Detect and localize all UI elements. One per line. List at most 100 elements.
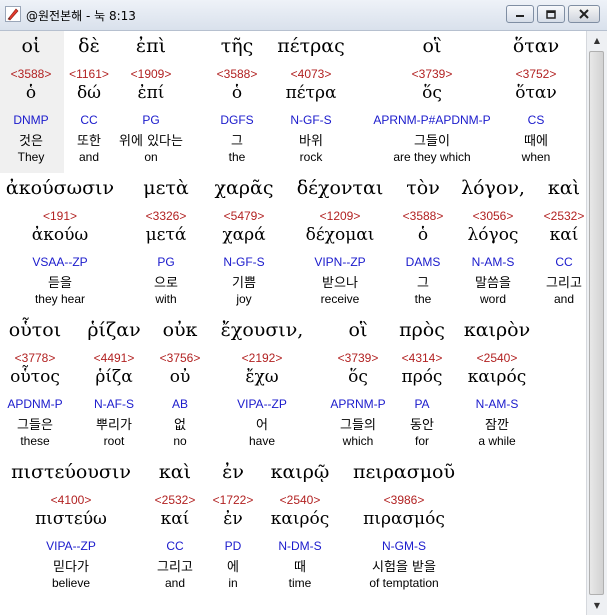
app-window: @원전본해 - 눅 8:13 οἱ <3588> ὁ DNMP 것은 They δὲ <116… xyxy=(0,0,607,615)
greek-word[interactable]: δέχονται xyxy=(297,177,384,199)
korean-gloss: 동안 xyxy=(410,418,434,433)
close-button[interactable] xyxy=(568,5,600,23)
strongs-number[interactable]: <3986> xyxy=(384,493,425,507)
greek-word[interactable]: τὸν xyxy=(406,177,440,199)
parsing-code: DAMS xyxy=(405,255,441,269)
lemma-word: καί xyxy=(549,225,579,245)
greek-word[interactable]: ῥίζαν xyxy=(87,319,140,341)
parsing-code: N-AM-S xyxy=(475,397,519,411)
greek-word[interactable]: καὶ xyxy=(159,461,191,483)
greek-word[interactable]: καὶ xyxy=(548,177,580,199)
greek-word[interactable]: πέτρας xyxy=(277,35,344,57)
strongs-number[interactable]: <3739> xyxy=(412,67,453,81)
korean-gloss: 받으나 xyxy=(322,276,358,291)
greek-word[interactable]: καιρῷ xyxy=(271,461,330,483)
maximize-button[interactable] xyxy=(537,5,565,23)
lemma-word: ῥίζα xyxy=(95,367,133,387)
minimize-button[interactable] xyxy=(506,5,534,23)
english-gloss: time xyxy=(288,576,312,590)
strongs-number[interactable]: <3326> xyxy=(146,209,187,223)
scroll-up-icon[interactable]: ▲ xyxy=(587,32,607,49)
parsing-code: N-GF-S xyxy=(223,255,265,269)
greek-word[interactable]: ἐπὶ xyxy=(136,35,166,57)
english-gloss: are they which xyxy=(393,150,471,164)
greek-word[interactable]: ἔχουσιν, xyxy=(221,319,304,341)
lemma-word: ὁ xyxy=(25,83,37,103)
greek-word[interactable]: πιστεύουσιν xyxy=(11,461,131,483)
lemma-word: πρός xyxy=(401,367,443,387)
strongs-number[interactable]: <4100> xyxy=(51,493,92,507)
parsing-code: PG xyxy=(157,255,175,269)
greek-word[interactable]: ἐν xyxy=(222,461,244,483)
greek-word[interactable]: καιρὸν xyxy=(464,319,530,341)
greek-word[interactable]: πρὸς xyxy=(399,319,445,341)
strongs-number[interactable]: <3756> xyxy=(160,351,201,365)
vertical-scrollbar[interactable]: ▲ ▼ xyxy=(586,31,607,615)
parsing-code: APDNM-P xyxy=(7,397,63,411)
greek-word[interactable]: ὅταν xyxy=(513,35,559,57)
strongs-number[interactable]: <4073> xyxy=(291,67,332,81)
scroll-down-icon[interactable]: ▼ xyxy=(587,597,607,614)
lemma-word: οὐ xyxy=(169,367,191,387)
korean-gloss: 그리고 xyxy=(546,276,582,291)
strongs-number[interactable]: <3739> xyxy=(338,351,379,365)
lemma-word: πιρασμός xyxy=(363,509,445,529)
parsing-code: PG xyxy=(142,113,160,127)
greek-word[interactable]: οἱ xyxy=(22,35,41,57)
parsing-code: CS xyxy=(527,113,545,127)
strongs-number[interactable]: <2192> xyxy=(242,351,283,365)
strongs-number[interactable]: <4314> xyxy=(402,351,443,365)
greek-word[interactable]: οὗτοι xyxy=(9,319,61,341)
strongs-number[interactable]: <1209> xyxy=(320,209,361,223)
lemma-word: ὅς xyxy=(422,83,442,103)
strongs-number[interactable]: <1722> xyxy=(213,493,254,507)
parsing-code: CC xyxy=(555,255,573,269)
strongs-number[interactable]: <3056> xyxy=(473,209,514,223)
greek-word[interactable]: δὲ xyxy=(78,35,100,57)
strongs-number[interactable]: <2532> xyxy=(155,493,196,507)
strongs-number[interactable]: <3588> xyxy=(403,209,444,223)
parsing-code: VIPA--ZP xyxy=(237,397,287,411)
parsing-code: AB xyxy=(171,397,189,411)
strongs-number[interactable]: <3778> xyxy=(15,351,56,365)
lemma-word: πέτρα xyxy=(285,83,337,103)
strongs-number[interactable]: <2540> xyxy=(280,493,321,507)
english-gloss: when xyxy=(521,150,551,164)
greek-word[interactable]: ἀκούσωσιν xyxy=(6,177,114,199)
strongs-number[interactable]: <3752> xyxy=(516,67,557,81)
strongs-number[interactable]: <2532> xyxy=(544,209,585,223)
korean-gloss: 때에 xyxy=(524,134,548,149)
lemma-word: οὗτος xyxy=(10,367,60,387)
lemma-word: ἐπί xyxy=(137,83,165,103)
lemma-word: καιρός xyxy=(270,509,330,529)
greek-word[interactable]: μετὰ xyxy=(143,177,189,199)
greek-word[interactable]: οἳ xyxy=(423,35,442,57)
strongs-number[interactable]: <5479> xyxy=(224,209,265,223)
strongs-number[interactable]: <4491> xyxy=(94,351,135,365)
strongs-number[interactable]: <3588> xyxy=(217,67,258,81)
greek-word[interactable]: τῆς xyxy=(221,35,254,57)
greek-word[interactable]: λόγον, xyxy=(461,177,525,199)
english-gloss: no xyxy=(173,434,187,448)
parsing-code: VSAA--ZP xyxy=(32,255,88,269)
interlinear-content: οἱ <3588> ὁ DNMP 것은 They δὲ <1161> δώ CC 또한 and ἐπὶ <… xyxy=(0,31,586,615)
strongs-number[interactable]: <3588> xyxy=(11,67,52,81)
english-gloss: root xyxy=(103,434,125,448)
lemma-word: δέχομαι xyxy=(305,225,375,245)
greek-word[interactable]: οὐκ xyxy=(163,319,198,341)
greek-word[interactable]: χαρᾶς xyxy=(215,177,274,199)
greek-word[interactable]: πειρασμοῦ xyxy=(353,461,455,483)
greek-word[interactable]: οἳ xyxy=(349,319,368,341)
korean-gloss: 뿌리가 xyxy=(96,418,132,433)
english-gloss: and xyxy=(78,150,100,164)
strongs-number[interactable]: <2540> xyxy=(477,351,518,365)
parsing-code: DNMP xyxy=(13,113,49,127)
strongs-number[interactable]: <191> xyxy=(43,209,77,223)
korean-gloss: 그들이 xyxy=(414,134,450,149)
scrollbar-thumb[interactable] xyxy=(589,51,604,595)
strongs-number[interactable]: <1909> xyxy=(131,67,172,81)
strongs-number[interactable]: <1161> xyxy=(69,67,109,81)
english-gloss: and xyxy=(164,576,186,590)
english-gloss: for xyxy=(414,434,430,448)
parsing-code: N-GM-S xyxy=(382,539,426,553)
